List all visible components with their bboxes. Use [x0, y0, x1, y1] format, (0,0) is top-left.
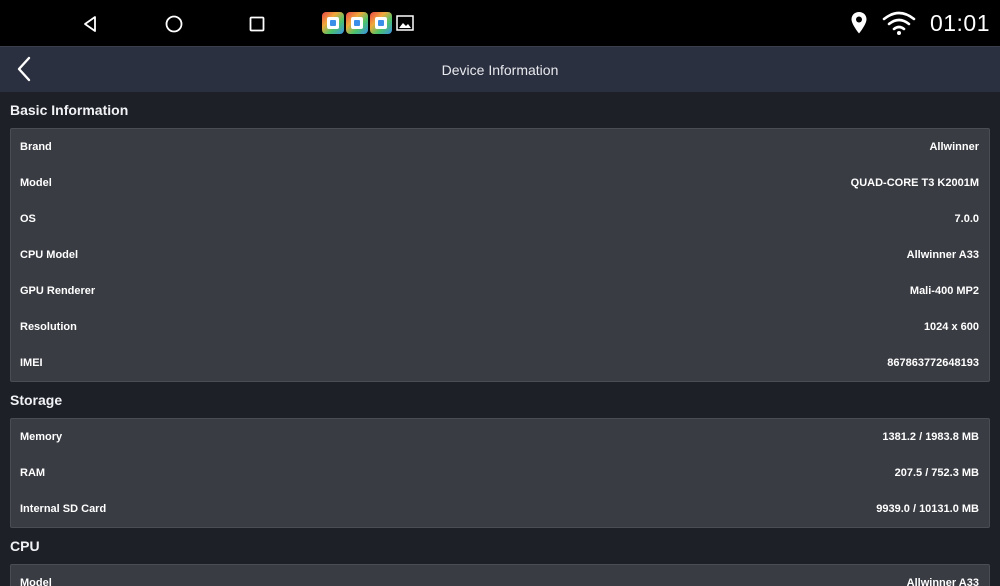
basic-info-card: Brand Allwinner Model QUAD-CORE T3 K2001… [10, 128, 990, 382]
row-label: Memory [20, 431, 63, 443]
wifi-icon [882, 11, 916, 35]
info-row-os: OS 7.0.0 [11, 201, 989, 237]
app-notification-icon [346, 12, 368, 34]
info-row-brand: Brand Allwinner [11, 129, 989, 165]
row-value: 207.5 / 752.3 MB [894, 467, 979, 479]
row-value: Allwinner A33 [906, 577, 979, 586]
nav-home-icon[interactable] [160, 10, 188, 38]
info-row-imei: IMEI 867863772648193 [11, 345, 989, 381]
row-value: 9939.0 / 10131.0 MB [876, 503, 979, 515]
status-bar: 01:01 [0, 0, 1000, 46]
row-value: 1024 x 600 [923, 321, 979, 333]
row-label: Brand [20, 141, 52, 153]
info-row-resolution: Resolution 1024 x 600 [11, 309, 989, 345]
row-value: 867863772648193 [887, 357, 979, 369]
row-value: Allwinner [929, 141, 979, 153]
row-value: Mali-400 MP2 [909, 285, 979, 297]
storage-card: Memory 1381.2 / 1983.8 MB RAM 207.5 / 75… [10, 418, 990, 528]
row-label: Model [20, 177, 52, 189]
row-label: OS [20, 213, 36, 225]
app-notification-icon [322, 12, 344, 34]
row-label: CPU Model [20, 249, 79, 261]
device-info-content[interactable]: Basic Information Brand Allwinner Model … [0, 92, 1000, 586]
nav-recents-icon[interactable] [243, 10, 271, 38]
status-clock: 01:01 [929, 9, 990, 36]
info-row-cpu-model: CPU Model Allwinner A33 [11, 237, 989, 273]
info-row-ram: RAM 207.5 / 752.3 MB [11, 455, 989, 491]
row-label: IMEI [20, 357, 43, 369]
row-label: Internal SD Card [20, 503, 107, 515]
cpu-card: Model Allwinner A33 [10, 564, 990, 586]
title-bar: Device Information [0, 46, 1000, 92]
nav-back-icon[interactable] [76, 10, 104, 38]
status-right: 01:01 [850, 0, 990, 46]
row-value: Allwinner A33 [906, 249, 979, 261]
app-notification-icon [370, 12, 392, 34]
image-notification-icon [396, 15, 414, 31]
row-label: Resolution [20, 321, 77, 333]
info-row-cpu-model-detail: Model Allwinner A33 [11, 565, 989, 586]
info-row-model: Model QUAD-CORE T3 K2001M [11, 165, 989, 201]
page-title: Device Information [441, 62, 559, 78]
row-label: GPU Renderer [20, 285, 96, 297]
info-row-memory: Memory 1381.2 / 1983.8 MB [11, 419, 989, 455]
location-icon [851, 12, 867, 34]
row-value: QUAD-CORE T3 K2001M [850, 177, 979, 189]
row-label: Model [20, 577, 52, 586]
info-row-internal-sd: Internal SD Card 9939.0 / 10131.0 MB [11, 491, 989, 527]
section-title-storage: Storage [10, 392, 63, 408]
info-row-gpu-renderer: GPU Renderer Mali-400 MP2 [11, 273, 989, 309]
section-title-cpu: CPU [10, 538, 40, 554]
section-title-basic: Basic Information [10, 102, 129, 118]
row-value: 1381.2 / 1983.8 MB [882, 431, 979, 443]
row-label: RAM [20, 467, 46, 479]
notification-icons [322, 12, 414, 34]
row-value: 7.0.0 [954, 213, 979, 225]
